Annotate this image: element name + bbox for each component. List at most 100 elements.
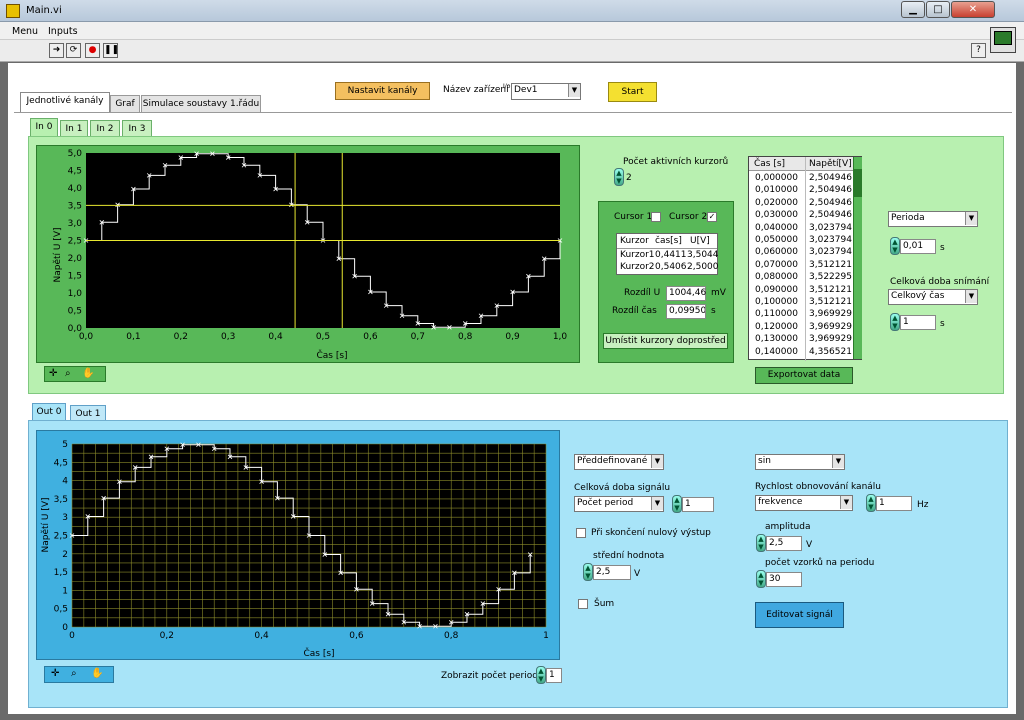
edit-signal-button[interactable]: Editovat signál	[755, 602, 844, 628]
period-field[interactable]: 0,01	[900, 239, 936, 254]
total-time-field[interactable]: 1	[900, 315, 936, 330]
tab-graf[interactable]: Graf	[110, 95, 140, 113]
refresh-field[interactable]: 1	[876, 496, 912, 511]
cursor-table-header: Kurzor	[620, 236, 649, 246]
y-tick-label: 4,0	[68, 184, 83, 194]
cursor-table-cell: 0,4411	[655, 250, 687, 260]
data-table-cell: 3,969929	[809, 309, 852, 320]
x-tick-label: 0	[69, 631, 75, 641]
amplitude-field[interactable]: 2,5	[766, 536, 802, 551]
device-select[interactable]: Dev1 ▼	[511, 83, 581, 100]
maximize-button[interactable]: □	[926, 1, 950, 18]
cursor2-checkbox[interactable]: ✓	[707, 212, 717, 222]
total-time-spinner[interactable]: ▲ ▼	[890, 313, 900, 331]
refresh-label: Rychlost obnovování kanálu	[755, 482, 881, 492]
cursor-count-spinner[interactable]: ▲ ▼	[614, 168, 624, 186]
io-indicator-icon: I/o	[503, 83, 511, 90]
menu-item-menu[interactable]: Menu	[12, 26, 38, 37]
mean-field[interactable]: 2,5	[593, 565, 631, 580]
data-table-header: Čas [s]	[754, 159, 786, 169]
preset-select[interactable]: Předdefinované ▼	[574, 454, 664, 470]
show-periods-field[interactable]: 1	[546, 668, 562, 683]
data-table-cell: 2,504946	[809, 173, 852, 183]
samples-field[interactable]: 30	[766, 572, 802, 587]
mean-spinner[interactable]: ▲ ▼	[583, 563, 593, 581]
amplitude-spinner[interactable]: ▲ ▼	[756, 534, 766, 552]
duration-spinner[interactable]: ▲ ▼	[672, 495, 682, 513]
cursor-table: Kurzor čas[s] U[V] Kurzor1 0,4411 3,5044…	[616, 233, 719, 275]
diff-t-unit: s	[711, 306, 716, 316]
window-title: Main.vi	[26, 5, 62, 16]
chevron-down-icon: ▼	[568, 84, 580, 97]
input-voltage-graph: Napětí U [V] Čas [s] 5,0 4,5 4,0 3,5 3,0 2,5 2…	[53, 149, 568, 361]
refresh-spinner[interactable]: ▲ ▼	[866, 494, 876, 512]
close-button[interactable]: ✕	[951, 1, 995, 18]
zoom-icon[interactable]: ⌕	[71, 668, 77, 679]
minimize-button[interactable]: ▁	[901, 1, 925, 18]
amplitude-label: amplituda	[765, 522, 811, 532]
set-channels-button[interactable]: Nastavit kanály	[335, 82, 430, 100]
noise-checkbox[interactable]	[578, 599, 588, 609]
tab-in-0[interactable]: In 0	[30, 118, 58, 137]
waveform-value: sin	[758, 456, 771, 466]
data-table-cell: 0,100000	[755, 297, 798, 307]
export-data-button[interactable]: Exportovat data	[755, 367, 853, 384]
menu-item-inputs[interactable]: Inputs	[48, 26, 78, 37]
duration-mode-select[interactable]: Počet period ▼	[574, 496, 664, 512]
period-spinner[interactable]: ▲ ▼	[890, 237, 900, 255]
cursor-table-header: čas[s]	[655, 236, 682, 246]
device-name-label: Název zařízení	[443, 85, 509, 95]
total-mode-select[interactable]: Celkový čas ▼	[888, 289, 978, 305]
refresh-mode-select[interactable]: frekvence ▼	[755, 495, 853, 511]
cursor-count-value[interactable]: 2	[626, 173, 632, 183]
x-tick-label: 1,0	[553, 332, 568, 342]
run-arrow-icon[interactable]: ➜	[49, 43, 64, 58]
y-tick-label: 2,5	[68, 237, 82, 247]
cursor-table-cell: Kurzor2	[620, 262, 655, 272]
data-table-cell: 2,504946	[809, 185, 852, 196]
y-tick-label: 2,5	[54, 532, 68, 542]
chevron-down-icon: ▼	[840, 496, 852, 509]
crosshair-icon[interactable]: ✛	[49, 368, 57, 379]
zero-output-checkbox[interactable]	[576, 528, 586, 538]
show-periods-label: Zobrazit počet period	[441, 671, 538, 681]
waveform-select[interactable]: sin ▼	[755, 454, 845, 470]
out-graph-ylabel: Napětí U [V]	[41, 497, 51, 552]
cursor1-checkbox[interactable]	[651, 212, 661, 222]
show-periods-spinner[interactable]: ▲ ▼	[536, 666, 546, 684]
x-tick-label: 1	[543, 631, 549, 641]
pause-icon[interactable]: ❚❚	[103, 43, 119, 58]
x-tick-label: 0,0	[79, 332, 94, 342]
data-table-cell: 4,356521	[809, 346, 852, 357]
data-table: Čas [s] Napětí[V] 0,000000 2,504946 0,0100…	[748, 156, 862, 361]
data-table-scrollbar[interactable]	[853, 157, 862, 359]
abort-icon[interactable]: ●	[85, 43, 100, 58]
center-cursors-button[interactable]: Umístit kurzory doprostřed	[603, 333, 728, 349]
data-table-cell: 3,969929	[809, 334, 852, 345]
data-table-cell: 2,504946	[809, 210, 852, 221]
pan-hand-icon[interactable]: ✋	[91, 668, 103, 679]
duration-field[interactable]: 1	[682, 497, 714, 512]
labview-app-icon	[6, 4, 20, 18]
tab-jednotlive-kanaly[interactable]: Jednotlivé kanály	[20, 92, 110, 112]
x-tick-label: 0,8	[444, 631, 459, 641]
sampling-mode-select[interactable]: Perioda ▼	[888, 211, 978, 227]
help-icon[interactable]: ?	[971, 43, 986, 58]
start-button[interactable]: Start	[608, 82, 657, 102]
run-continuously-icon[interactable]: ⟳	[66, 43, 81, 58]
y-tick-label: 3,0	[68, 219, 83, 229]
crosshair-icon[interactable]: ✛	[51, 668, 59, 679]
zoom-icon[interactable]: ⌕	[65, 368, 71, 379]
output-voltage-graph: Napětí U [V] Čas [s] 5 4,5 4 3,5 3 2,5 2 1,5 1 0,…	[41, 440, 549, 659]
samples-spinner[interactable]: ▲ ▼	[756, 570, 766, 588]
pan-hand-icon[interactable]: ✋	[82, 368, 94, 379]
chevron-down-icon: ▼	[832, 455, 844, 468]
refresh-mode-value: frekvence	[758, 497, 803, 507]
tab-simulace[interactable]: Simulace soustavy 1.řádu	[141, 95, 261, 113]
amplitude-unit: V	[806, 540, 813, 550]
data-table-cell: 3,512121	[809, 259, 852, 270]
device-select-value: Dev1	[514, 85, 538, 95]
data-table-cell: 0,020000	[755, 197, 798, 208]
data-table-cell: 0,090000	[755, 284, 798, 295]
x-tick-label: 0,9	[505, 332, 520, 342]
